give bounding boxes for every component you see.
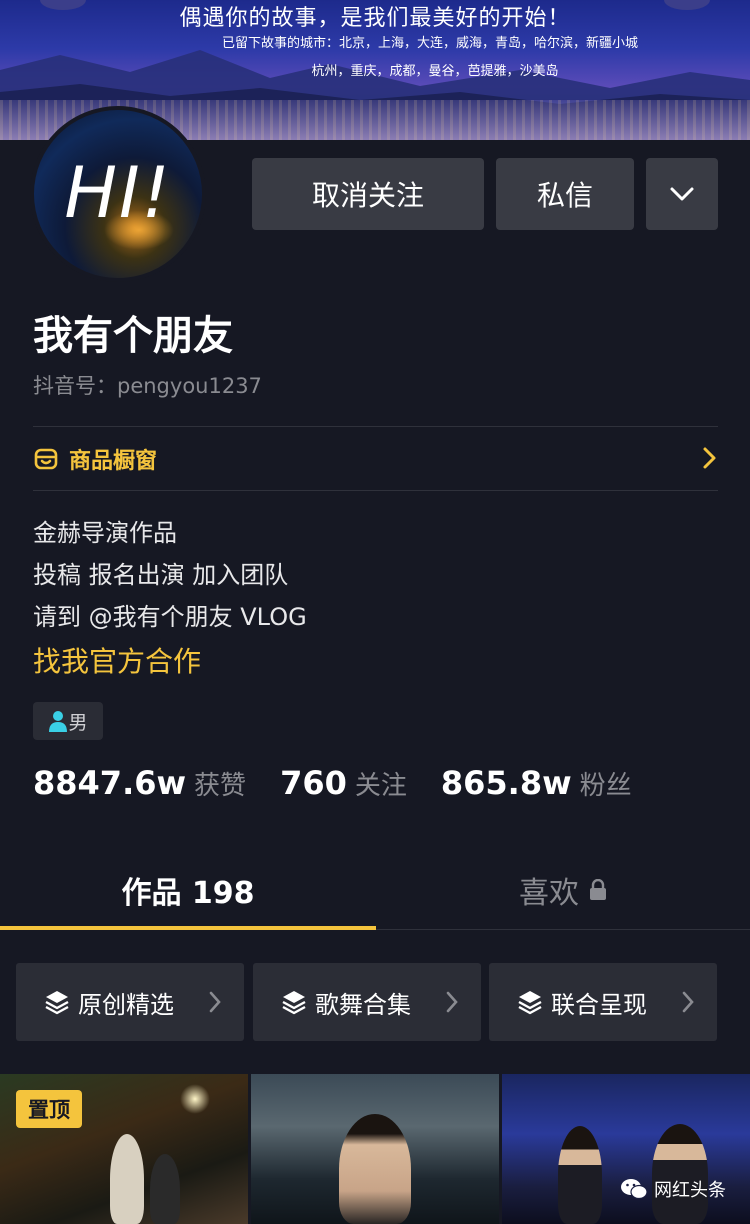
pinned-badge: 置顶 [16,1090,82,1128]
more-button[interactable] [646,158,718,230]
bio-line: 投稿 报名出演 加入团队 [33,561,289,589]
banner-headline: 偶遇你的故事，是我们最美好的开始！ [179,6,571,31]
video-thumbnail[interactable]: 置顶 [0,1074,248,1224]
bio-line[interactable]: 请到 @我有个朋友 VLOG [33,597,307,632]
gender-badge: 男 [33,702,103,740]
collection-joint[interactable]: 联合呈现 [489,963,717,1041]
video-thumbnail[interactable] [251,1074,499,1224]
gender-label: 男 [68,711,88,734]
collection-song-dance[interactable]: 歌舞合集 [253,963,481,1041]
wechat-icon [621,1179,648,1200]
tab-likes[interactable]: 喜欢 [376,850,750,930]
collection-label: 歌舞合集 [315,990,411,1019]
message-button[interactable]: 私信 [496,158,634,230]
video-thumbnail[interactable]: 网红头条 [502,1074,750,1224]
following-label[interactable]: 关注 [355,765,407,802]
shop-icon [34,448,58,469]
bio-cooperation-link[interactable]: 找我官方合作 [33,640,201,680]
content-tabs: 作品 198 喜欢 [0,850,750,930]
unfollow-button[interactable]: 取消关注 [252,158,484,230]
chevron-down-icon [670,187,694,201]
shop-window-link[interactable]: 商品橱窗 [33,427,718,490]
active-tab-indicator [0,926,376,930]
bio-line: 金赫导演作品 [33,519,177,547]
person-figure [150,1154,180,1224]
banner-cities: 杭州，重庆，成都，曼谷，芭提雅，沙美岛 [311,64,559,79]
following-count[interactable]: 760 [280,764,347,802]
male-icon [49,711,68,732]
profile-name: 我有个朋友 [33,313,233,359]
lock-icon [590,879,606,900]
layers-icon [282,991,306,1015]
chevron-right-icon [446,991,458,1013]
avatar[interactable]: HI! [30,106,206,282]
chevron-right-icon [209,991,221,1013]
layers-icon [518,991,542,1015]
douyin-id: 抖音号：pengyou1237 [33,374,262,398]
likes-label: 获赞 [194,771,247,801]
followers-label[interactable]: 粉丝 [580,765,632,802]
likes-count: 8847.6w [33,764,187,802]
avatar-text: HI! [64,152,172,234]
followers-count[interactable]: 865.8w [441,764,572,802]
tab-likes-label: 喜欢 [519,876,579,911]
stats-row: 8847.6w 获赞 760 关注 865.8w 粉丝 [33,764,666,802]
shop-label: 商品橱窗 [69,448,158,474]
chevron-right-icon [703,447,716,469]
person-figure [110,1134,144,1224]
chevron-right-icon [682,991,694,1013]
tab-works[interactable]: 作品 198 [0,850,376,930]
collection-label: 原创精选 [78,990,174,1019]
watermark-label: 网红头条 [654,1180,726,1201]
person-figure [558,1126,602,1224]
avatar-image: HI! [34,110,202,278]
collection-original[interactable]: 原创精选 [16,963,244,1041]
person-figure [339,1114,411,1224]
divider [33,490,718,491]
street-lamp [180,1084,210,1114]
person-figure [652,1124,708,1224]
banner-cities: 已留下故事的城市：北京，上海，大连，威海，青岛，哈尔滨，新疆小城 [221,36,638,51]
layers-icon [45,991,69,1015]
collection-label: 联合呈现 [551,990,647,1019]
watermark: 网红头条 [620,1176,726,1202]
